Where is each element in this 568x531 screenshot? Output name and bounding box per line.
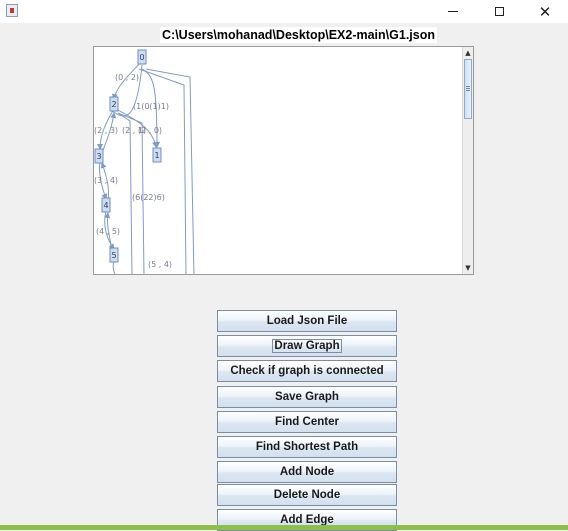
maximize-button[interactable] (476, 0, 522, 23)
graph-edge (138, 68, 187, 274)
maximize-icon (494, 7, 504, 16)
button-label: Check if graph is connected (230, 365, 384, 377)
graph-node-label: 2 (111, 100, 116, 109)
button-label: Load Json File (266, 315, 348, 327)
graph-edge-label: (2 , 3) (94, 126, 118, 135)
graph-edge-label: (6(22)6) (132, 193, 165, 202)
button-label: Find Shortest Path (255, 441, 359, 453)
graph-edge (112, 260, 116, 274)
thumb-grip (466, 90, 470, 91)
graph-edge-label: (5 , 4) (148, 260, 172, 269)
taskbar-edge (0, 525, 568, 530)
graph-edge-label: (0 , 2) (115, 73, 139, 82)
graph-edge-label: (1(0(1)1) (133, 102, 169, 111)
title-bar: ✕ (0, 0, 568, 23)
graph-node-label: 0 (139, 53, 144, 62)
thumb-grip (466, 88, 470, 89)
scroll-down-arrow-icon[interactable]: ▼ (463, 263, 473, 273)
delete-node-button[interactable]: Delete Node (217, 484, 397, 506)
add-node-button[interactable]: Add Node (217, 461, 397, 483)
graph-edge (145, 68, 195, 274)
load-json-file-button[interactable]: Load Json File (217, 310, 397, 332)
check-connected-button[interactable]: Check if graph is connected (217, 360, 397, 382)
graph-node-label: 4 (103, 201, 108, 210)
graph-canvas: (0 , 2)(1(0(1)1)(2 , 3) (2 , 1)(2 , 0)(3 … (94, 49, 195, 274)
find-center-button[interactable]: Find Center (217, 411, 397, 433)
java-app-icon (6, 4, 18, 17)
draw-graph-button[interactable]: Draw Graph (217, 335, 397, 357)
scroll-thumb[interactable] (464, 59, 472, 119)
graph-node-label: 1 (154, 151, 159, 160)
close-icon: ✕ (538, 2, 552, 21)
save-graph-button[interactable]: Save Graph (217, 386, 397, 408)
minimize-button[interactable] (430, 0, 476, 23)
graph-edge-label: (4 , 5) (96, 227, 120, 236)
close-button[interactable]: ✕ (522, 0, 568, 23)
vertical-scrollbar[interactable]: ▲ ▼ (462, 47, 473, 274)
graph-edge-label: (3 , 4) (94, 176, 118, 185)
graph-node-label: 3 (96, 152, 101, 161)
graph-edge-label: (2 , 0) (138, 126, 162, 135)
scroll-up-arrow-icon[interactable]: ▲ (463, 48, 473, 58)
button-label: Save Graph (275, 391, 339, 403)
graph-node-label: 5 (111, 251, 116, 260)
minimize-icon (448, 11, 458, 12)
button-label: Delete Node (273, 489, 341, 501)
find-shortest-path-button[interactable]: Find Shortest Path (217, 436, 397, 458)
button-label: Find Center (275, 416, 339, 428)
graph-edge (117, 112, 133, 274)
file-path-label: C:\Users\mohanad\Desktop\EX2-main\G1.jso… (160, 27, 437, 43)
thumb-grip (466, 86, 470, 87)
button-label: Add Node (279, 466, 335, 478)
graph-scroll-pane[interactable]: (0 , 2) (1(0(1)1) (2 , 3) (2 , 1) (2 , 0) (3 … (93, 46, 474, 275)
button-label: Draw Graph (272, 339, 342, 353)
